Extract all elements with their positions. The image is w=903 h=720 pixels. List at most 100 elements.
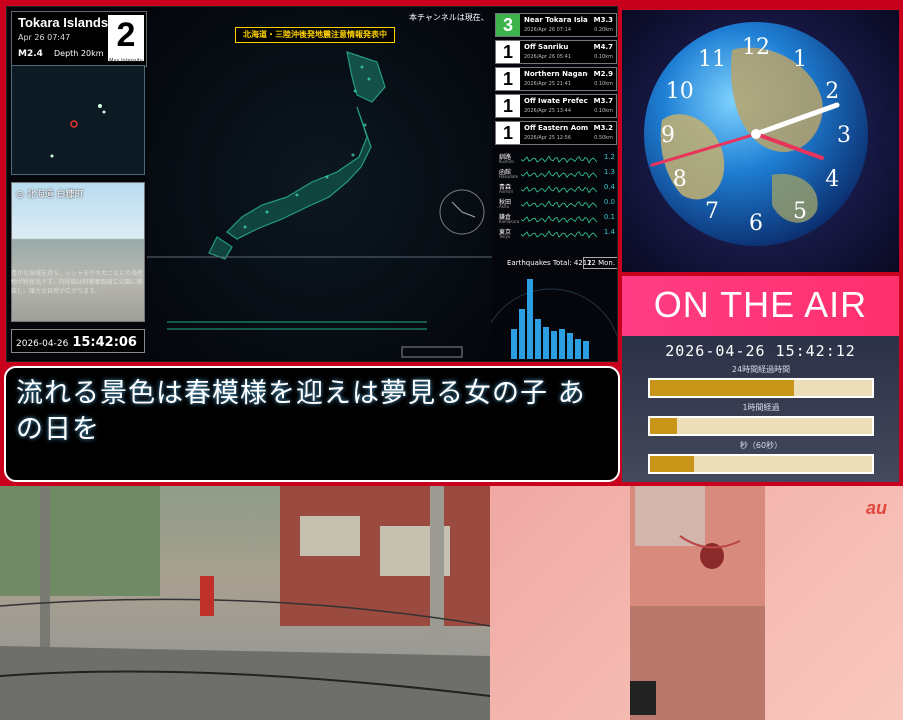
history-title: Earthquakes Total: 4212 [507, 259, 592, 267]
quake-intensity: 2 [108, 15, 144, 61]
on-the-air-banner: ON THE AIR [622, 276, 899, 336]
progress-fill [650, 418, 677, 434]
door [630, 681, 656, 715]
earthquake-monitor-panel: 北海道・三陸沖後発地震注意情報発表中 本チャンネルは現在、 Tokara Isl… [6, 6, 618, 362]
camera-location: ◎ 北海道 白糠町 [16, 190, 84, 200]
quake-item-intensity: 1 [496, 95, 520, 117]
seismometer-row: 釧路 Kushiro 1.2 [499, 152, 617, 167]
station-value: 0.0 [603, 198, 615, 206]
station-value: 0.4 [603, 183, 615, 191]
quake-list-item[interactable]: 1 Northern Nagano P 2026/Apr 25 21:41 M2.9 0… [495, 67, 617, 91]
progress-bar-2 [648, 416, 874, 436]
bar-label-3: 秒（60秒） [739, 441, 783, 450]
quake-list-item[interactable]: 1 Off Sanriku 2026/Apr 26 05:41 M4.7 0.10km [495, 40, 617, 64]
seismometer-list: 釧路 Kushiro 1.2 函館 Hakodate 1.3 青森 Aomori 0.4 秋田 Ak… [499, 152, 617, 242]
quake-item-magnitude: M2.9 [593, 70, 613, 78]
quake-magnitude: M2.4 [18, 49, 43, 59]
quake-item-name: Off Iwate Prefectur [524, 97, 588, 105]
seismometer-row: 鎌倉 Kamakura 0.1 [499, 212, 617, 227]
quake-time: Apr 26 07:47 [18, 33, 71, 42]
quake-item-magnitude: M3.3 [593, 16, 613, 24]
seismometer-row: 秋田 Akita 0.0 [499, 197, 617, 212]
bar-label-2: 1時間経過 [742, 403, 780, 412]
progress-panel: 2026-04-26 15:42:12 24時間経過時間 1時間経過 秒（60秒… [622, 336, 899, 482]
live-camera-thumbnail: ◎ 北海道 白糠町 [11, 182, 145, 322]
quake-item-depth: 0.10km [594, 54, 613, 60]
quake-item-depth: 0.20km [594, 27, 613, 33]
latest-quake-card: Tokara Islands Apr 26 07:47 M2.4 Depth 2… [11, 11, 147, 67]
waveform [521, 215, 597, 224]
quake-depth: Depth 20km [54, 49, 104, 58]
bar-label-1: 24時間経過時間 [731, 365, 791, 374]
quake-item-name: Off Eastern Aomori [524, 124, 588, 132]
seismometer-row: 青森 Aomori 0.4 [499, 182, 617, 197]
station-value: 1.2 [603, 153, 615, 161]
quake-item-time: 2026/Apr 25 12:56 [524, 135, 572, 141]
warning-banner: 北海道・三陸沖後発地震注意情報発表中 [235, 27, 395, 43]
waveform [521, 200, 597, 209]
progress-fill [650, 456, 695, 472]
analog-clock: 12 12 3 45 6 78 9 1011 [644, 22, 868, 246]
clock-date: 2026-04-26 [16, 339, 69, 349]
quake-list-item[interactable]: 1 Off Iwate Prefectur 2026/Apr 25 13:44 M3.… [495, 94, 617, 118]
clock-numeral: 4 [825, 167, 839, 192]
quake-item-time: 2026/Apr 26 05:41 [524, 54, 572, 60]
quake-item-name: Northern Nagano P [524, 70, 588, 78]
quake-list-item[interactable]: 1 Off Eastern Aomori 2026/Apr 25 12:56 M3.2… [495, 121, 617, 145]
seismometer-row: 東京 Tokyo 1.4 [499, 227, 617, 242]
station-romaji: Hakodate [499, 174, 519, 179]
basketball-scene [630, 486, 765, 720]
clock-numeral: 5 [793, 199, 807, 224]
quake-item-name: Off Sanriku [524, 43, 569, 51]
station-value: 1.3 [603, 168, 615, 176]
quake-item-time: 2026/Apr 26 07:14 [524, 27, 572, 33]
waveform [521, 230, 597, 239]
basketball-camera: au [490, 486, 903, 720]
station-romaji: Tokyo [499, 234, 511, 239]
clock-numeral: 8 [673, 167, 687, 192]
station-romaji: Kushiro [499, 159, 514, 164]
local-clock: 2026-04-26 15:42:06 [11, 329, 145, 353]
quake-item-intensity: 3 [496, 14, 520, 36]
epicenter-minimap [11, 65, 145, 175]
quake-item-depth: 0.10km [594, 81, 613, 87]
camera-caption: 豊かな海域を持ち、シシャモやキガニなどの海産物が特産品です。内陸部は阿寒摩周国立… [11, 270, 144, 295]
globe-clock-panel: 12 1 2 3 4 5 6 7 8 9 10 11 [622, 10, 899, 272]
lyrics-subtitle: 流れる景色は春模様を迎えは夢見る女の子 あの日を [4, 366, 620, 482]
street-scene [0, 486, 490, 720]
quake-item-name: Near Tokara Island [524, 16, 588, 24]
quake-intensity-label: Max Intensity [109, 58, 143, 64]
clock-numeral: 9 [661, 123, 675, 148]
street-live-camera [0, 486, 490, 720]
quake-place: Tokara Islands [18, 15, 109, 30]
clock-numeral: 6 [749, 211, 763, 236]
progress-fill [650, 380, 795, 396]
clock-numeral: 3 [837, 123, 851, 148]
clock-numeral: 2 [825, 79, 839, 104]
quake-item-intensity: 1 [496, 122, 520, 144]
quake-list: 3 Near Tokara Island 2026/Apr 26 07:14 M3.3… [495, 13, 617, 148]
quake-item-time: 2026/Apr 25 13:44 [524, 108, 572, 114]
minimap-graphic [50, 104, 106, 158]
clock-time: 15:42:06 [72, 335, 137, 350]
clock-numeral: 12 [742, 35, 770, 60]
station-value: 1.4 [603, 228, 615, 236]
quake-list-item[interactable]: 3 Near Tokara Island 2026/Apr 26 07:14 M3.3… [495, 13, 617, 37]
station-romaji: Aomori [499, 189, 514, 194]
quake-item-intensity: 1 [496, 68, 520, 90]
quake-item-time: 2026/Apr 25 21:41 [524, 81, 572, 87]
au-logo: au [865, 498, 887, 518]
channel-note: 本チャンネルは現在、 [409, 13, 489, 22]
quake-item-magnitude: M3.2 [593, 124, 613, 132]
waveform [521, 170, 597, 179]
quake-item-depth: 0.10km [594, 108, 613, 114]
quake-item-magnitude: M3.7 [593, 97, 613, 105]
station-romaji: Kamakura [499, 219, 520, 224]
seismometer-row: 函館 Hakodate 1.3 [499, 167, 617, 182]
period-selector[interactable]: 12 Mon. [583, 257, 617, 269]
waveform [521, 155, 597, 164]
station-romaji: Akita [499, 204, 510, 209]
quake-item-magnitude: M4.7 [593, 43, 613, 51]
clock-numeral: 1 [793, 47, 807, 72]
clock-numeral: 10 [666, 79, 694, 104]
